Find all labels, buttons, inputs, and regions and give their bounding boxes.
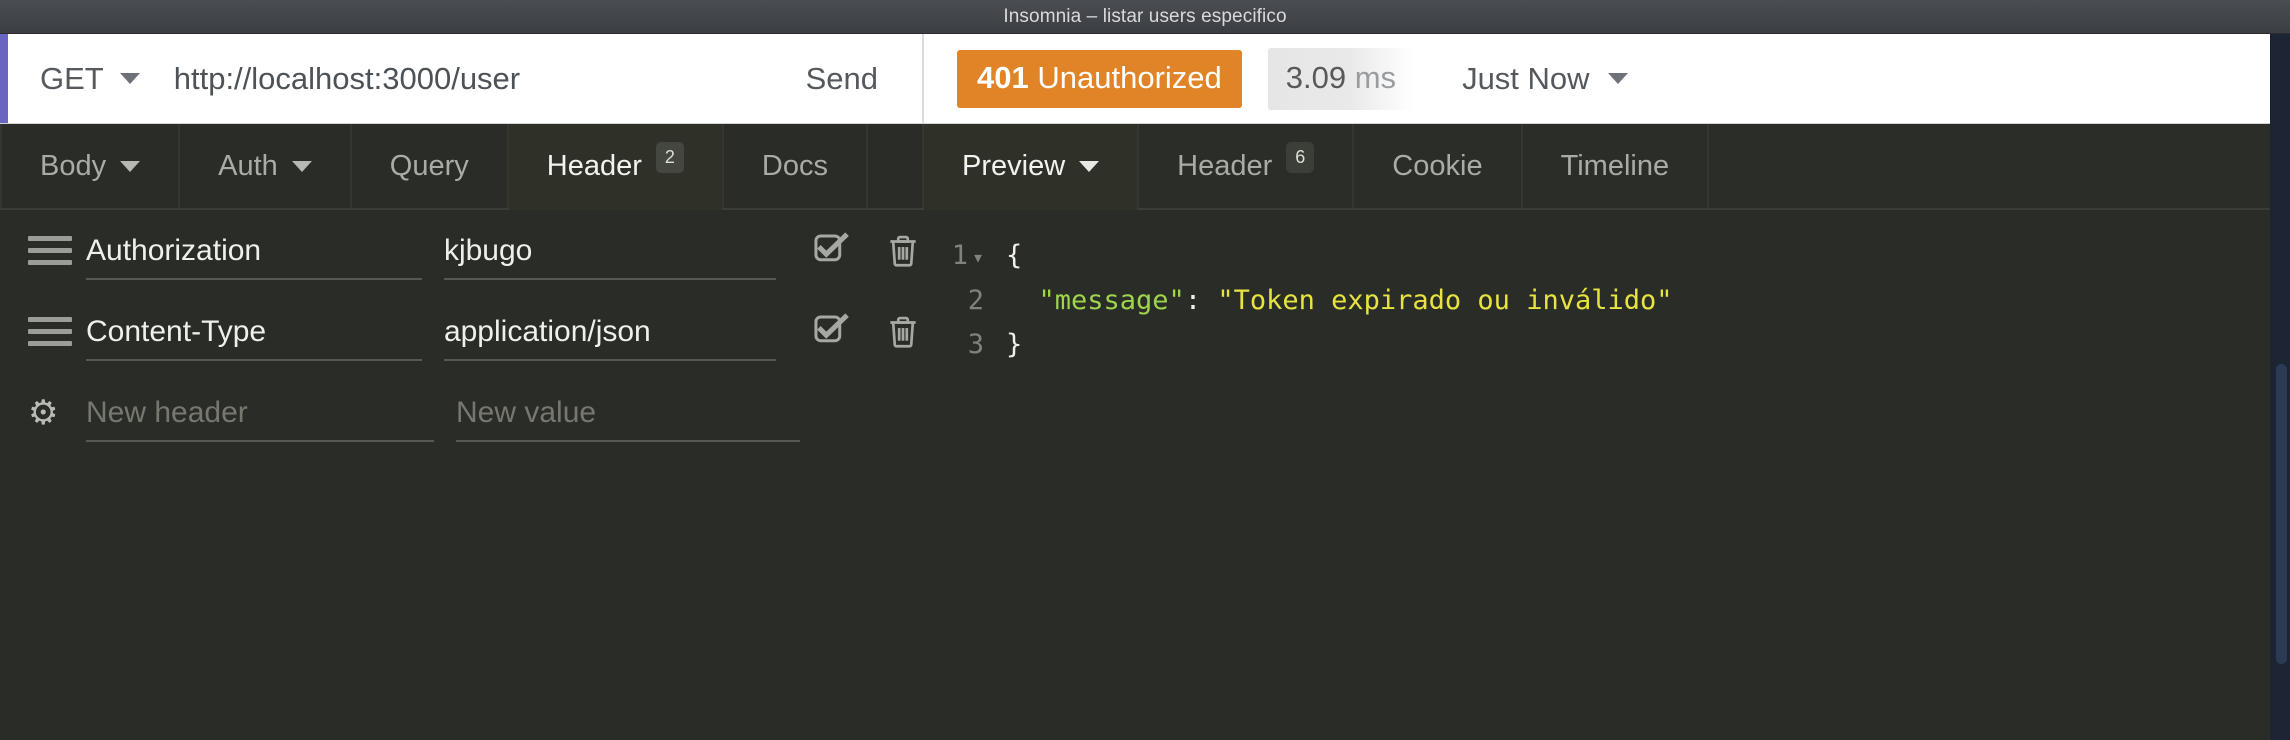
line-number-text: 3 bbox=[967, 329, 984, 360]
window-title: Insomnia – listar users especifico bbox=[1003, 5, 1287, 27]
desktop-background-strip bbox=[2272, 34, 2290, 740]
status-badge: 401 Unauthorized bbox=[957, 49, 1242, 108]
tab-docs[interactable]: Docs bbox=[724, 124, 868, 208]
header-count-badge: 2 bbox=[655, 142, 684, 173]
line-number-text: 1 bbox=[951, 240, 968, 271]
line-number: 3 bbox=[922, 323, 996, 367]
checkbox-checked-icon[interactable] bbox=[812, 231, 850, 270]
method-dropdown[interactable]: GET bbox=[40, 61, 140, 97]
tab-cookie-label: Cookie bbox=[1392, 149, 1483, 182]
header-name-value: Content-Type bbox=[86, 314, 267, 348]
input-underline bbox=[443, 278, 776, 280]
tab-header-label: Header bbox=[546, 149, 642, 182]
tab-query[interactable]: Query bbox=[352, 124, 509, 208]
code-line: 3 } bbox=[922, 323, 2270, 367]
checkbox-checked-icon[interactable] bbox=[812, 312, 850, 351]
new-header-value-placeholder: New value bbox=[456, 395, 597, 429]
header-new-row: ⚙ New header New value bbox=[0, 372, 922, 453]
status-code: 401 bbox=[977, 59, 1029, 95]
line-number-text: 2 bbox=[967, 285, 984, 316]
scrollbar-thumb[interactable] bbox=[2276, 364, 2287, 664]
tab-docs-label: Docs bbox=[761, 149, 828, 182]
chevron-down-icon bbox=[120, 160, 141, 172]
header-row-actions bbox=[812, 231, 922, 270]
header-name-input[interactable]: Authorization bbox=[86, 210, 422, 291]
gear-icon[interactable]: ⚙ bbox=[28, 396, 72, 430]
header-name-value: Authorization bbox=[86, 233, 262, 267]
code-text: { bbox=[1006, 240, 1023, 271]
request-pane: GET http://localhost:3000/user Send Body… bbox=[0, 34, 922, 740]
header-value-text: application/json bbox=[443, 314, 651, 348]
response-timestamp-label: Just Now bbox=[1462, 60, 1590, 96]
chevron-down-icon bbox=[119, 73, 140, 84]
chevron-down-icon bbox=[291, 160, 312, 172]
send-button[interactable]: Send bbox=[806, 61, 878, 97]
tab-auth[interactable]: Auth bbox=[180, 124, 352, 208]
new-header-value-input[interactable]: New value bbox=[456, 372, 800, 453]
json-colon: : bbox=[1184, 285, 1218, 316]
request-tabstrip: Body Auth Query Header 2 Docs bbox=[0, 124, 922, 210]
header-row: Authorization kjbugo bbox=[0, 210, 922, 291]
input-underline bbox=[86, 359, 422, 361]
tab-preview[interactable]: Preview bbox=[922, 124, 1140, 210]
header-value-input[interactable]: application/json bbox=[443, 291, 776, 372]
json-key: "message" bbox=[1038, 285, 1185, 316]
request-color-accent bbox=[0, 34, 8, 123]
tab-header[interactable]: Header 2 bbox=[508, 124, 724, 210]
code-line: 2 "message": "Token expirado ou inválido… bbox=[922, 279, 2270, 323]
response-body-viewer[interactable]: 1 ▾ { 2 "message": "Token expirado ou inv… bbox=[922, 210, 2270, 367]
header-editor: Authorization kjbugo Content-Type applic… bbox=[0, 210, 922, 453]
chevron-down-icon bbox=[1079, 160, 1100, 172]
code-line: 1 ▾ { bbox=[922, 234, 2270, 279]
tab-body-label: Body bbox=[40, 149, 107, 182]
trash-icon[interactable] bbox=[884, 313, 922, 351]
tab-cookie[interactable]: Cookie bbox=[1354, 124, 1523, 208]
tab-response-header-label: Header bbox=[1177, 149, 1273, 182]
response-header-count-badge: 6 bbox=[1286, 142, 1315, 173]
response-time: 3.09 ms bbox=[1267, 47, 1415, 110]
header-value-text: kjbugo bbox=[443, 233, 533, 267]
input-underline bbox=[86, 278, 422, 280]
response-time-value: 3.09 bbox=[1285, 59, 1347, 95]
tab-timeline-label: Timeline bbox=[1560, 149, 1670, 182]
fold-arrow-icon[interactable]: ▾ bbox=[972, 245, 984, 269]
line-number: 2 bbox=[922, 279, 996, 323]
tab-body[interactable]: Body bbox=[0, 124, 181, 208]
trash-icon[interactable] bbox=[884, 232, 922, 270]
input-underline bbox=[86, 440, 434, 442]
input-underline bbox=[443, 359, 776, 361]
header-name-input[interactable]: Content-Type bbox=[86, 291, 422, 372]
response-status-bar: 401 Unauthorized 3.09 ms Just Now bbox=[922, 34, 2270, 124]
line-number: 1 ▾ bbox=[922, 234, 996, 279]
new-header-name-placeholder: New header bbox=[86, 395, 248, 429]
header-row: Content-Type application/json bbox=[0, 291, 922, 372]
main-split: GET http://localhost:3000/user Send Body… bbox=[0, 34, 2290, 740]
status-text: Unauthorized bbox=[1037, 59, 1222, 95]
tab-auth-label: Auth bbox=[218, 149, 278, 182]
request-url-bar: GET http://localhost:3000/user Send bbox=[0, 34, 922, 124]
response-time-unit: ms bbox=[1354, 59, 1397, 95]
insomnia-window: Insomnia – listar users especifico GET h… bbox=[0, 0, 2290, 740]
url-input[interactable]: http://localhost:3000/user bbox=[174, 61, 520, 97]
header-value-input[interactable]: kjbugo bbox=[443, 210, 776, 291]
drag-handle-icon[interactable] bbox=[28, 317, 72, 346]
response-pane: 401 Unauthorized 3.09 ms Just Now Previe… bbox=[922, 34, 2270, 740]
new-header-name-input[interactable]: New header bbox=[86, 372, 434, 453]
code-text: "message": "Token expirado ou inválido" bbox=[996, 279, 2270, 323]
window-titlebar: Insomnia – listar users especifico bbox=[0, 0, 2290, 34]
json-string-value: "Token expirado ou inválido" bbox=[1217, 285, 1673, 316]
code-text: } bbox=[1006, 329, 1023, 360]
drag-handle-icon[interactable] bbox=[28, 236, 72, 265]
tab-timeline[interactable]: Timeline bbox=[1523, 124, 1710, 208]
input-underline bbox=[456, 440, 800, 442]
response-timestamp-dropdown[interactable]: Just Now bbox=[1462, 60, 1628, 97]
tab-query-label: Query bbox=[389, 149, 469, 182]
tab-preview-label: Preview bbox=[962, 149, 1066, 182]
chevron-down-icon bbox=[1607, 73, 1628, 84]
response-tabstrip: Preview Header 6 Cookie Timeline bbox=[922, 124, 2270, 210]
header-row-actions bbox=[812, 312, 922, 351]
tab-response-header[interactable]: Header 6 bbox=[1139, 124, 1355, 208]
method-label: GET bbox=[40, 60, 104, 96]
